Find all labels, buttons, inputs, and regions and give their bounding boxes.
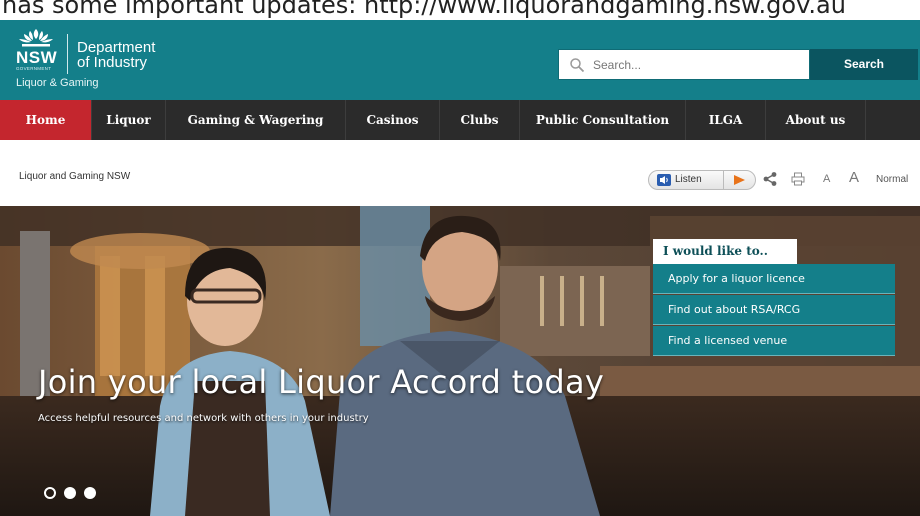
nsw-logo[interactable]: NSW GOVERNMENT Department of Industry Li…	[14, 26, 214, 96]
hero-subtitle: Access helpful resources and network wit…	[38, 413, 369, 424]
hero-banner[interactable]: Join your local Liquor Accord today Acce…	[0, 206, 920, 516]
nav-item-ilga[interactable]: ILGA	[686, 100, 766, 140]
font-size-normal-button[interactable]: Normal	[876, 174, 908, 185]
search-box	[558, 49, 810, 80]
nav-item-gaming-wagering[interactable]: Gaming & Wagering	[166, 100, 346, 140]
carousel-dot-3[interactable]	[84, 487, 96, 499]
main-nav: Home Liquor Gaming & Wagering Casinos Cl…	[0, 100, 920, 140]
listen-divider	[723, 171, 724, 189]
department-name-line2: of Industry	[77, 54, 148, 71]
logo-government-text: GOVERNMENT	[16, 66, 52, 71]
nav-item-liquor[interactable]: Liquor	[92, 100, 166, 140]
play-icon[interactable]	[734, 175, 745, 185]
nav-item-casinos[interactable]: Casinos	[346, 100, 440, 140]
carousel-dot-1[interactable]	[44, 487, 56, 499]
hero-title[interactable]: Join your local Liquor Accord today	[38, 363, 604, 401]
quick-links-heading: I would like to..	[653, 239, 797, 264]
breadcrumb[interactable]: Liquor and Gaming NSW	[19, 171, 130, 182]
logo-divider	[67, 34, 68, 74]
waratah-icon	[19, 29, 53, 47]
quick-link-rsa-rcg[interactable]: Find out about RSA/RCG	[653, 295, 895, 325]
site-header: NSW GOVERNMENT Department of Industry Li…	[0, 20, 920, 100]
carousel-dots	[44, 487, 96, 499]
subbrand-label: Liquor & Gaming	[16, 77, 99, 89]
listen-label: Listen	[675, 174, 702, 185]
page-caption: has some important updates: http://www.l…	[2, 0, 846, 19]
font-size-large-button[interactable]: A	[849, 169, 859, 186]
logo-nsw-text: NSW	[16, 48, 58, 67]
quick-link-find-licensed-venue[interactable]: Find a licensed venue	[653, 326, 895, 356]
speaker-icon	[657, 174, 671, 186]
listen-button[interactable]: Listen	[648, 170, 756, 190]
search-input[interactable]	[593, 50, 803, 79]
nav-item-clubs[interactable]: Clubs	[440, 100, 520, 140]
search-icon	[570, 58, 585, 73]
nav-item-public-consultation[interactable]: Public Consultation	[520, 100, 686, 140]
utility-bar: Liquor and Gaming NSW Listen A A Normal	[0, 140, 920, 206]
nav-item-home[interactable]: Home	[0, 100, 92, 140]
quick-link-apply-liquor-licence[interactable]: Apply for a liquor licence	[653, 264, 895, 294]
print-icon[interactable]	[791, 172, 805, 186]
share-icon[interactable]	[762, 171, 778, 187]
search-button[interactable]: Search	[810, 49, 918, 80]
nav-item-about-us[interactable]: About us	[766, 100, 866, 140]
carousel-dot-2[interactable]	[64, 487, 76, 499]
font-size-small-button[interactable]: A	[823, 173, 830, 185]
